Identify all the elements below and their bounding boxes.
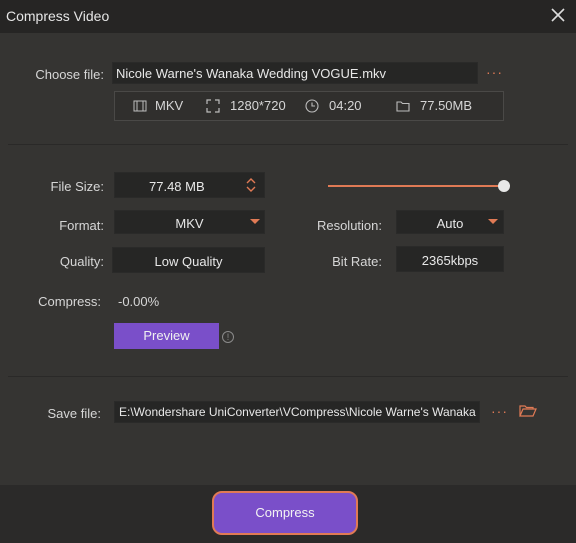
chevron-down-icon[interactable]: [488, 219, 498, 224]
format-label: Format:: [59, 218, 104, 233]
title-bar: Compress Video: [0, 0, 576, 33]
compress-value: -0.00%: [118, 294, 160, 309]
divider: [8, 376, 568, 377]
compress-label: Compress:: [38, 294, 101, 309]
slider-handle[interactable]: [498, 180, 510, 192]
open-folder-icon[interactable]: [519, 404, 537, 418]
window-title: Compress Video: [6, 8, 110, 24]
file-size-slider[interactable]: [328, 185, 504, 187]
chevron-down-icon[interactable]: [250, 219, 260, 224]
bitrate-label: Bit Rate:: [332, 254, 382, 269]
choose-file-label: Choose file:: [35, 67, 104, 82]
resolution-label: Resolution:: [316, 218, 382, 233]
file-format: MKV: [155, 98, 184, 113]
preview-button[interactable]: Preview: [114, 323, 219, 349]
file-size: 77.50MB: [420, 98, 473, 113]
quality-label: Quality:: [59, 254, 104, 269]
clock-icon: [305, 99, 319, 113]
choose-file-input[interactable]: Nicole Warne's Wanaka Wedding VOGUE.mkv: [112, 62, 478, 84]
file-resolution: 1280*720: [230, 98, 286, 113]
divider: [8, 144, 568, 145]
resize-icon: [206, 99, 220, 113]
help-icon[interactable]: !: [222, 331, 234, 343]
folder-icon: [396, 101, 410, 112]
save-file-more-button[interactable]: ···: [491, 403, 508, 419]
file-duration: 04:20: [329, 98, 362, 113]
compress-button[interactable]: Compress: [212, 491, 358, 535]
file-info-box: MKV 1280*720 04:20 77.50MB: [114, 91, 504, 121]
format-select[interactable]: MKV: [114, 210, 265, 234]
save-file-input[interactable]: E:\Wondershare UniConverter\VCompress\Ni…: [114, 401, 480, 423]
close-icon[interactable]: [548, 5, 568, 25]
stepper-icon[interactable]: [246, 177, 256, 193]
choose-file-more-button[interactable]: ···: [486, 64, 503, 80]
save-file-label: Save file:: [47, 406, 101, 421]
film-icon: [133, 100, 147, 112]
bitrate-input[interactable]: 2365kbps: [396, 246, 504, 272]
quality-select[interactable]: Low Quality: [112, 247, 265, 273]
file-size-input[interactable]: 77.48 MB: [114, 172, 265, 198]
file-size-label: File Size:: [50, 179, 104, 194]
